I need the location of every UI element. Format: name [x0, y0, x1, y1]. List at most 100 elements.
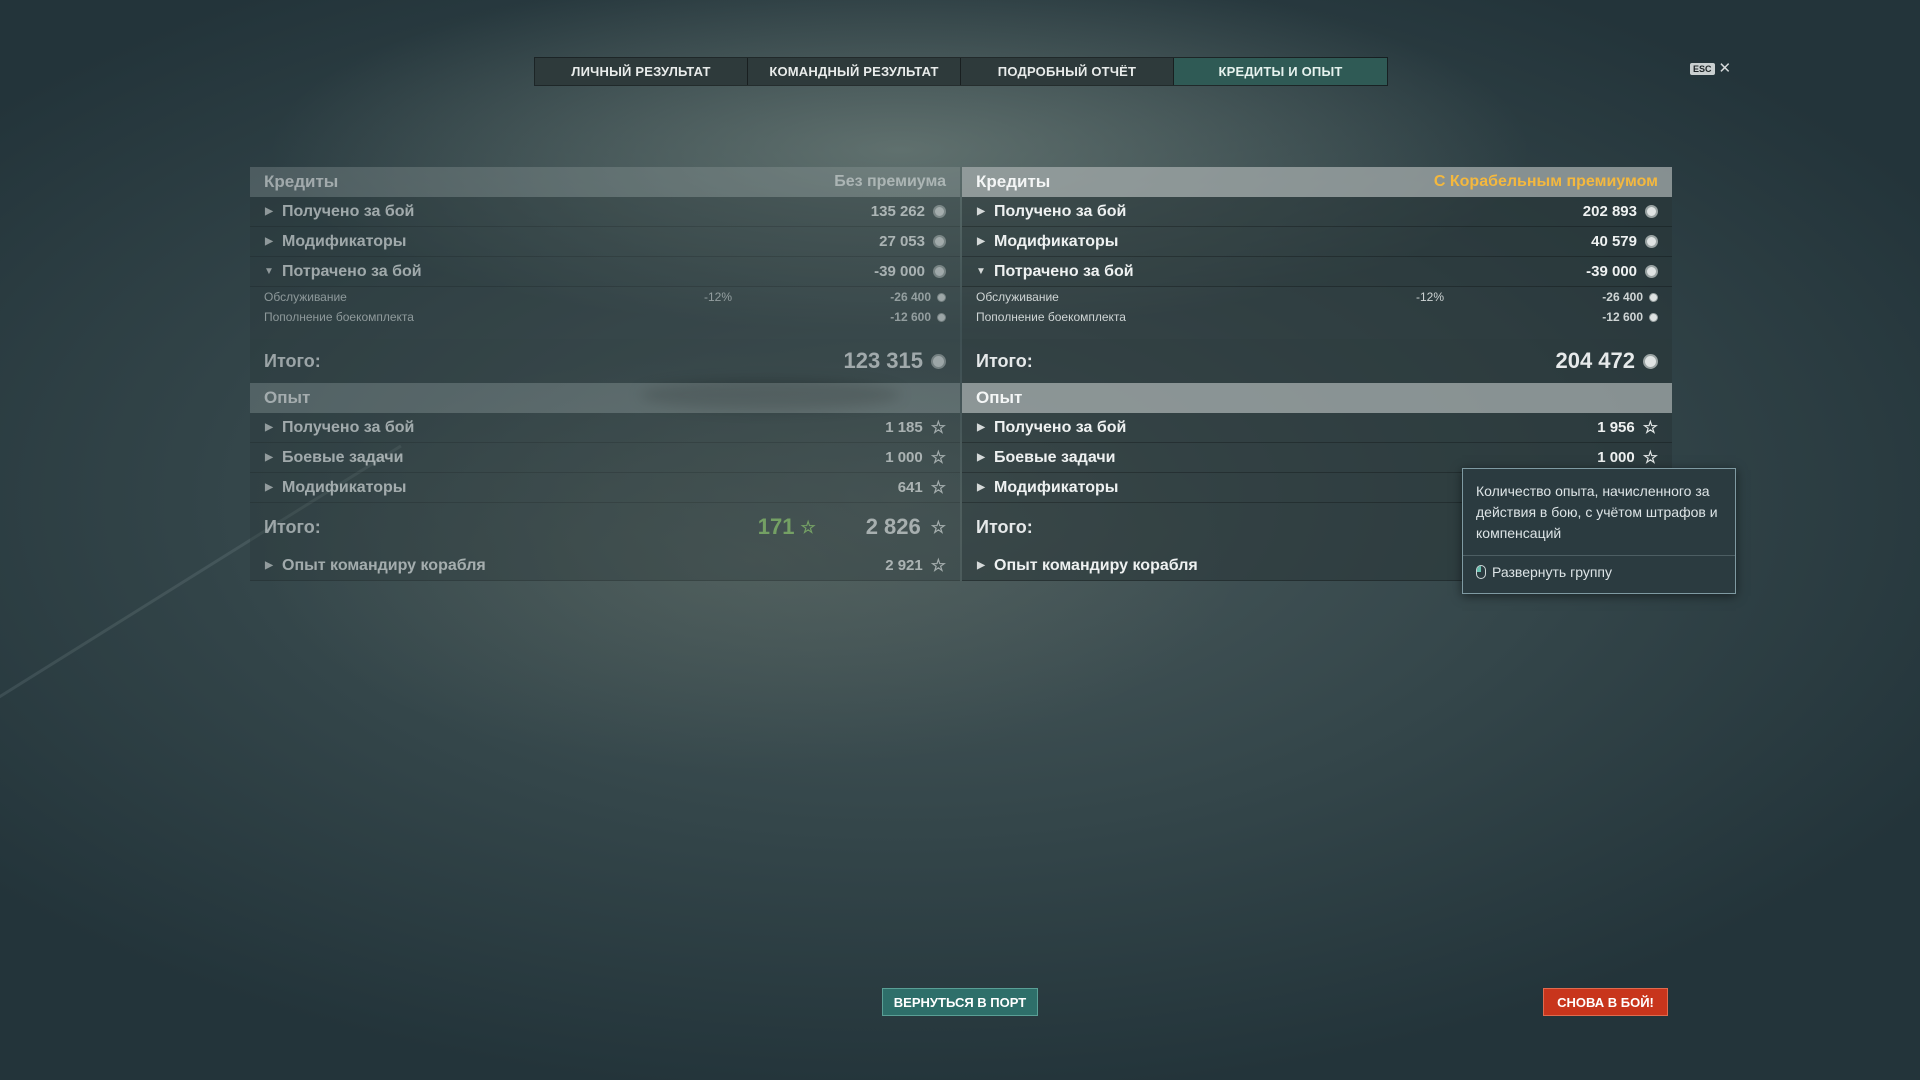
xp-star-icon: ☆ [930, 478, 946, 497]
xp-section-header: Опыт [962, 383, 1672, 413]
expand-arrow-icon: ▶ [265, 236, 273, 247]
xp-section-header: Опыт [250, 383, 960, 413]
credits-total-row: Итого: 204 472 [962, 339, 1672, 383]
xp-title: Опыт [976, 388, 1023, 407]
close-button[interactable]: ESC ✕ [1690, 61, 1731, 76]
row-value: 135 262 [870, 203, 925, 220]
row-value: 1 185 [885, 419, 923, 436]
xp-star-icon: ☆ [1642, 448, 1658, 467]
row-value: 1 000 [1597, 449, 1635, 466]
commander-xp-row[interactable]: ▶ Опыт командиру корабля 2 921 ☆ [250, 551, 960, 581]
subrow-label: Пополнение боекомплекта [264, 310, 414, 324]
credits-modifiers-row[interactable]: ▶ Модификаторы 40 579 [962, 227, 1672, 257]
row-label: Модификаторы [994, 478, 1119, 496]
expand-arrow-icon: ▶ [265, 452, 273, 463]
subrow-value: -26 400 [1602, 290, 1643, 304]
xp-modifiers-row[interactable]: ▶ Модификаторы 641 ☆ [250, 473, 960, 503]
expand-arrow-icon: ▶ [977, 482, 985, 493]
tab-personal-result[interactable]: ЛИЧНЫЙ РЕЗУЛЬТАТ [535, 58, 748, 85]
free-xp-star-icon: ☆ [800, 517, 816, 537]
total-value: 123 315 [843, 348, 923, 373]
tooltip-hint-text: Развернуть группу [1492, 564, 1612, 580]
xp-star-icon: ☆ [930, 517, 946, 537]
credits-coin-icon [933, 235, 946, 248]
subrow-percent: -12% [704, 290, 733, 304]
credits-modifiers-row[interactable]: ▶ Модификаторы 27 053 [250, 227, 960, 257]
total-value: 204 472 [1555, 348, 1635, 373]
xp-tasks-row[interactable]: ▶ Боевые задачи 1 000 ☆ [250, 443, 960, 473]
xp-earned-row[interactable]: ▶ Получено за бой 1 185 ☆ [250, 413, 960, 443]
total-label: Итого: [264, 350, 321, 371]
row-value: 641 [897, 479, 923, 496]
results-screen: ЛИЧНЫЙ РЕЗУЛЬТАТ КОМАНДНЫЙ РЕЗУЛЬТАТ ПОД… [0, 0, 1920, 1080]
standard-results-panel: Кредиты Без премиума ▶ Получено за бой 13… [250, 167, 960, 581]
subrow-value: -26 400 [890, 290, 931, 304]
credits-earned-row[interactable]: ▶ Получено за бой 202 893 [962, 197, 1672, 227]
credits-coin-icon [931, 353, 946, 369]
credits-total-row: Итого: 123 315 [250, 339, 960, 383]
row-value: 1 956 [1597, 419, 1635, 436]
expand-arrow-icon: ▶ [977, 236, 985, 247]
collapse-arrow-icon: ▼ [976, 266, 986, 277]
expand-arrow-icon: ▶ [265, 422, 273, 433]
tab-team-result[interactable]: КОМАНДНЫЙ РЕЗУЛЬТАТ [748, 58, 961, 85]
expand-arrow-icon: ▶ [265, 482, 273, 493]
spacer [962, 327, 1672, 339]
row-label: Опыт командиру корабля [282, 556, 486, 574]
expand-arrow-icon: ▶ [265, 560, 273, 571]
subrow-value: -12 600 [1602, 310, 1643, 324]
tooltip-hint: Развернуть группу [1476, 564, 1612, 580]
ammo-subrow: Пополнение боекомплекта -12 600 [962, 307, 1672, 327]
tooltip-divider [1463, 555, 1735, 556]
credits-section-header: Кредиты С Корабельным премиумом [962, 167, 1672, 197]
expand-arrow-icon: ▶ [977, 206, 985, 217]
credits-earned-row[interactable]: ▶ Получено за бой 135 262 [250, 197, 960, 227]
row-value: 2 921 [885, 557, 923, 574]
xp-tooltip: Количество опыта, начисленного за действ… [1462, 468, 1736, 594]
subrow-value: -12 600 [890, 310, 931, 324]
row-label: Модификаторы [282, 478, 407, 496]
total-label: Итого: [976, 350, 1033, 371]
row-label: Получено за бой [282, 418, 415, 436]
credits-title: Кредиты [976, 172, 1051, 191]
xp-star-icon: ☆ [930, 556, 946, 575]
tab-detailed-report[interactable]: ПОДРОБНЫЙ ОТЧЁТ [961, 58, 1174, 85]
row-label: Получено за бой [994, 202, 1127, 220]
tab-credits-and-xp[interactable]: КРЕДИТЫ И ОПЫТ [1174, 58, 1387, 85]
service-subrow: Обслуживание -12% -26 400 [962, 287, 1672, 307]
expand-arrow-icon: ▶ [977, 422, 985, 433]
credits-spent-row[interactable]: ▼ Потрачено за бой -39 000 [250, 257, 960, 287]
expand-arrow-icon: ▶ [977, 560, 985, 571]
row-value: 40 579 [1591, 233, 1637, 250]
expand-arrow-icon: ▶ [265, 206, 273, 217]
account-type-label: Без премиума [834, 173, 946, 190]
credits-section-header: Кредиты Без премиума [250, 167, 960, 197]
mouse-icon [1476, 565, 1486, 579]
row-label: Боевые задачи [994, 448, 1116, 466]
row-label: Получено за бой [994, 418, 1127, 436]
xp-earned-row[interactable]: ▶ Получено за бой 1 956 ☆ [962, 413, 1672, 443]
battle-again-button[interactable]: СНОВА В БОЙ! [1543, 988, 1668, 1016]
xp-star-icon: ☆ [1642, 418, 1658, 437]
total-label: Итого: [264, 516, 321, 537]
subrow-label: Обслуживание [976, 290, 1059, 304]
collapse-arrow-icon: ▼ [264, 266, 274, 277]
subrow-percent: -12% [1416, 290, 1445, 304]
row-label: Опыт командиру корабля [994, 556, 1198, 574]
free-xp-value: 171 [757, 514, 795, 539]
premium-type-label: С Корабельным премиумом [1433, 173, 1658, 190]
xp-star-icon: ☆ [930, 448, 946, 467]
expand-arrow-icon: ▶ [977, 452, 985, 463]
ammo-subrow: Пополнение боекомплекта -12 600 [250, 307, 960, 327]
credits-coin-icon [1643, 353, 1658, 369]
credits-coin-icon [1649, 292, 1658, 302]
esc-key-badge: ESC [1690, 62, 1715, 75]
service-subrow: Обслуживание -12% -26 400 [250, 287, 960, 307]
row-label: Модификаторы [282, 232, 407, 250]
row-label: Получено за бой [282, 202, 415, 220]
credits-coin-icon [1649, 312, 1658, 322]
row-value: -39 000 [1586, 263, 1637, 280]
row-value: 27 053 [879, 233, 925, 250]
return-to-port-button[interactable]: ВЕРНУТЬСЯ В ПОРТ [882, 988, 1038, 1016]
credits-spent-row[interactable]: ▼ Потрачено за бой -39 000 [962, 257, 1672, 287]
